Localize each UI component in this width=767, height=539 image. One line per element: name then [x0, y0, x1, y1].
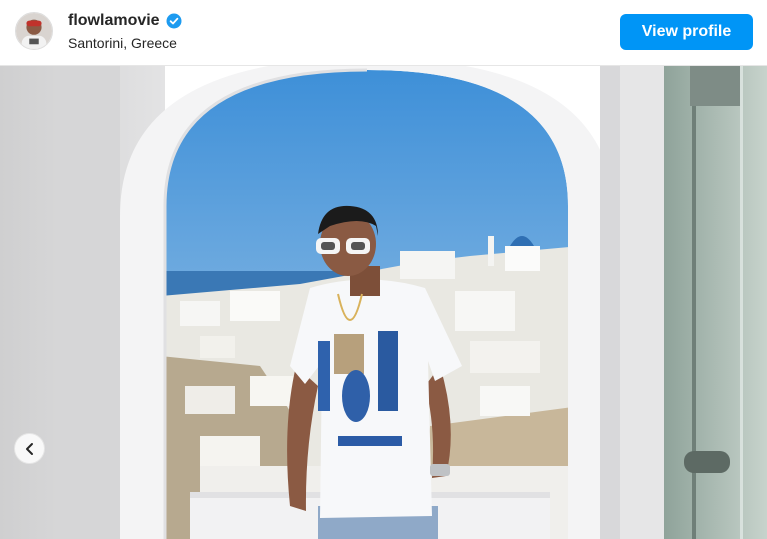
username[interactable]: flowlamovie	[68, 12, 160, 30]
post-header: flowlamovie Santorini, Greece View profi…	[0, 0, 767, 66]
chevron-left-icon	[25, 442, 33, 455]
instagram-post: flowlamovie Santorini, Greece View profi…	[0, 0, 767, 539]
carousel-prev-button[interactable]	[14, 433, 45, 464]
avatar[interactable]	[15, 12, 53, 50]
santorini-photo	[0, 66, 767, 539]
verified-badge-icon	[166, 13, 182, 29]
post-image[interactable]	[0, 66, 767, 539]
avatar-image	[16, 13, 52, 49]
view-profile-button[interactable]: View profile	[620, 14, 753, 50]
location-link[interactable]: Santorini, Greece	[68, 35, 177, 51]
username-row: flowlamovie	[68, 12, 182, 30]
